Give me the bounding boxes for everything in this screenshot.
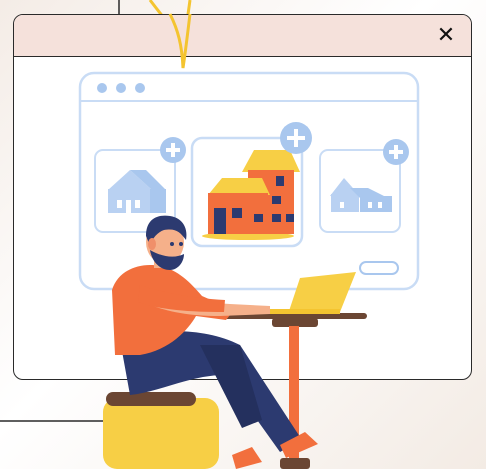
- plus-icon: [383, 139, 409, 165]
- ribbon-decoration: [168, 13, 192, 69]
- house-card-center: [190, 136, 304, 248]
- plus-icon: [280, 122, 312, 154]
- house-card-right: [319, 149, 401, 233]
- illustration: [78, 13, 420, 469]
- plus-icon: [160, 137, 186, 163]
